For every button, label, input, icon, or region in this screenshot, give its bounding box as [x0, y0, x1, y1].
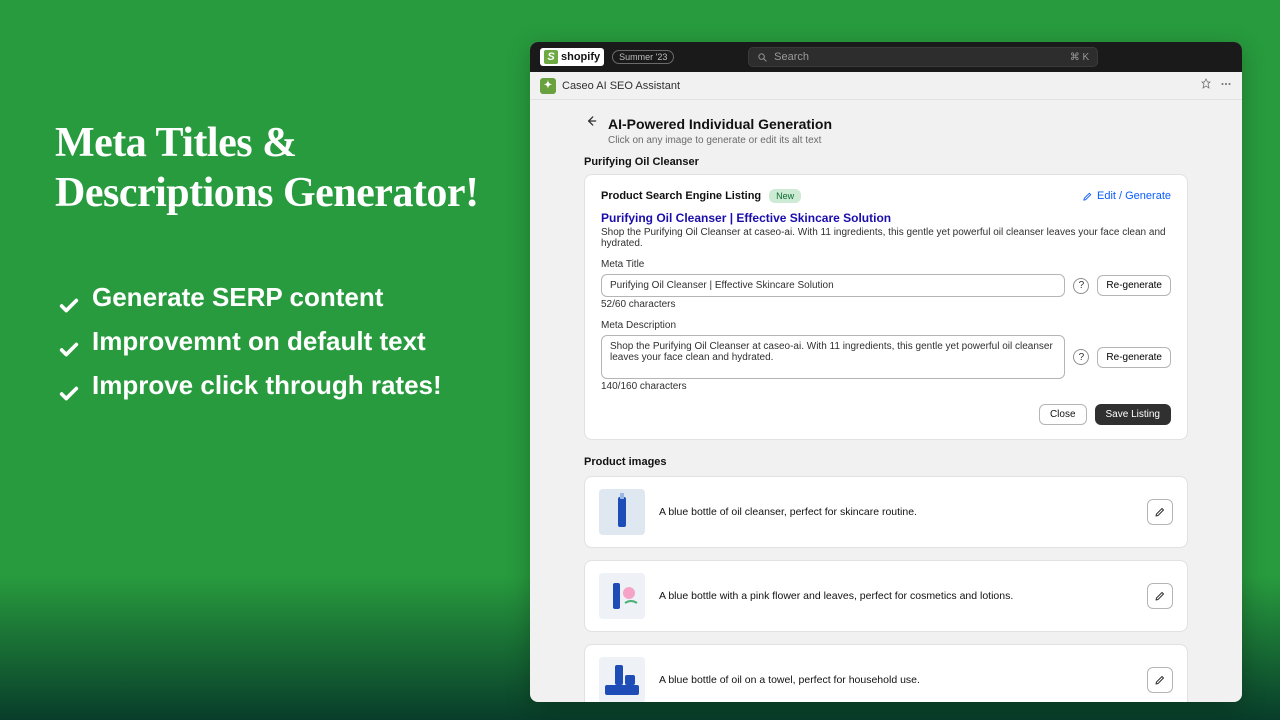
marketing-bullets: Generate SERP content Improvemnt on defa… [55, 275, 515, 408]
app-icon: ✦ [540, 78, 556, 94]
page-subtitle: Click on any image to generate or edit i… [608, 135, 1188, 146]
save-listing-button[interactable]: Save Listing [1095, 404, 1171, 425]
alt-text: A blue bottle of oil on a towel, perfect… [659, 674, 1133, 686]
more-icon[interactable] [1220, 78, 1232, 93]
pin-icon[interactable] [1200, 78, 1212, 93]
pencil-icon [1154, 674, 1166, 686]
marketing-bullet: Improve click through rates! [55, 363, 515, 407]
meta-title-label: Meta Title [601, 259, 1171, 270]
check-icon [55, 330, 83, 352]
help-icon[interactable]: ? [1073, 278, 1089, 294]
topbar: S shopify Summer '23 Search ⌘ K [530, 42, 1242, 72]
search-input[interactable]: Search ⌘ K [748, 47, 1098, 67]
meta-desc-label: Meta Description [601, 320, 1171, 331]
marketing-panel: Meta Titles & Descriptions Generator! Ge… [55, 118, 515, 407]
regenerate-desc-button[interactable]: Re-generate [1097, 347, 1171, 368]
edit-alt-button[interactable] [1147, 667, 1173, 693]
new-badge: New [769, 189, 801, 203]
page-head: AI-Powered Individual Generation Click o… [584, 114, 1188, 146]
serp-description-preview: Shop the Purifying Oil Cleanser at caseo… [601, 227, 1171, 249]
marketing-bullet: Improvemnt on default text [55, 319, 515, 363]
meta-desc-counter: 140/160 characters [601, 381, 1171, 392]
page-title: AI-Powered Individual Generation [608, 116, 832, 132]
brand-text: shopify [561, 51, 600, 63]
pencil-icon [1154, 590, 1166, 602]
help-icon[interactable]: ? [1073, 349, 1089, 365]
listing-card: Product Search Engine Listing New Edit /… [584, 174, 1188, 440]
edit-generate-link[interactable]: Edit / Generate [1082, 190, 1171, 202]
edit-alt-button[interactable] [1147, 499, 1173, 525]
app-header: ✦ Caseo AI SEO Assistant [530, 72, 1242, 100]
product-thumbnail[interactable] [599, 573, 645, 619]
pencil-icon [1082, 191, 1093, 202]
content-area: AI-Powered Individual Generation Click o… [530, 100, 1242, 702]
app-window: S shopify Summer '23 Search ⌘ K ✦ Caseo … [530, 42, 1242, 702]
search-shortcut: ⌘ K [1070, 52, 1089, 63]
bullet-text: Generate SERP content [92, 275, 383, 319]
serp-title-preview: Purifying Oil Cleanser | Effective Skinc… [601, 211, 1171, 225]
alt-text: A blue bottle of oil cleanser, perfect f… [659, 506, 1133, 518]
pencil-icon [1154, 506, 1166, 518]
shopify-mark-icon: S [544, 50, 558, 64]
close-button[interactable]: Close [1039, 404, 1087, 425]
product-image so-image-row: A blue bottle with a pink flower and lea… [584, 560, 1188, 632]
product-images-title: Product images [584, 456, 1188, 468]
edit-link-text: Edit / Generate [1097, 190, 1171, 202]
search-icon [757, 52, 768, 63]
product-thumbnail[interactable] [599, 489, 645, 535]
listing-section-label: Product Search Engine Listing [601, 190, 761, 202]
check-icon [55, 286, 83, 308]
app-name: Caseo AI SEO Assistant [562, 80, 680, 92]
bullet-text: Improve click through rates! [92, 363, 442, 407]
search-placeholder: Search [774, 51, 809, 63]
back-arrow-icon[interactable] [584, 114, 598, 133]
product-image-row: A blue bottle of oil cleanser, perfect f… [584, 476, 1188, 548]
bullet-text: Improvemnt on default text [92, 319, 426, 363]
meta-title-input[interactable] [601, 274, 1065, 297]
marketing-headline: Meta Titles & Descriptions Generator! [55, 118, 515, 219]
edit-alt-button[interactable] [1147, 583, 1173, 609]
product-image-row: A blue bottle of oil on a towel, perfect… [584, 644, 1188, 702]
alt-text: A blue bottle with a pink flower and lea… [659, 590, 1133, 602]
regenerate-title-button[interactable]: Re-generate [1097, 275, 1171, 296]
product-name: Purifying Oil Cleanser [584, 156, 1188, 168]
marketing-bullet: Generate SERP content [55, 275, 515, 319]
check-icon [55, 374, 83, 396]
product-thumbnail[interactable] [599, 657, 645, 702]
summer-badge: Summer '23 [612, 50, 674, 64]
shopify-logo[interactable]: S shopify [540, 48, 604, 66]
meta-desc-input[interactable] [601, 335, 1065, 379]
meta-title-counter: 52/60 characters [601, 299, 1171, 310]
